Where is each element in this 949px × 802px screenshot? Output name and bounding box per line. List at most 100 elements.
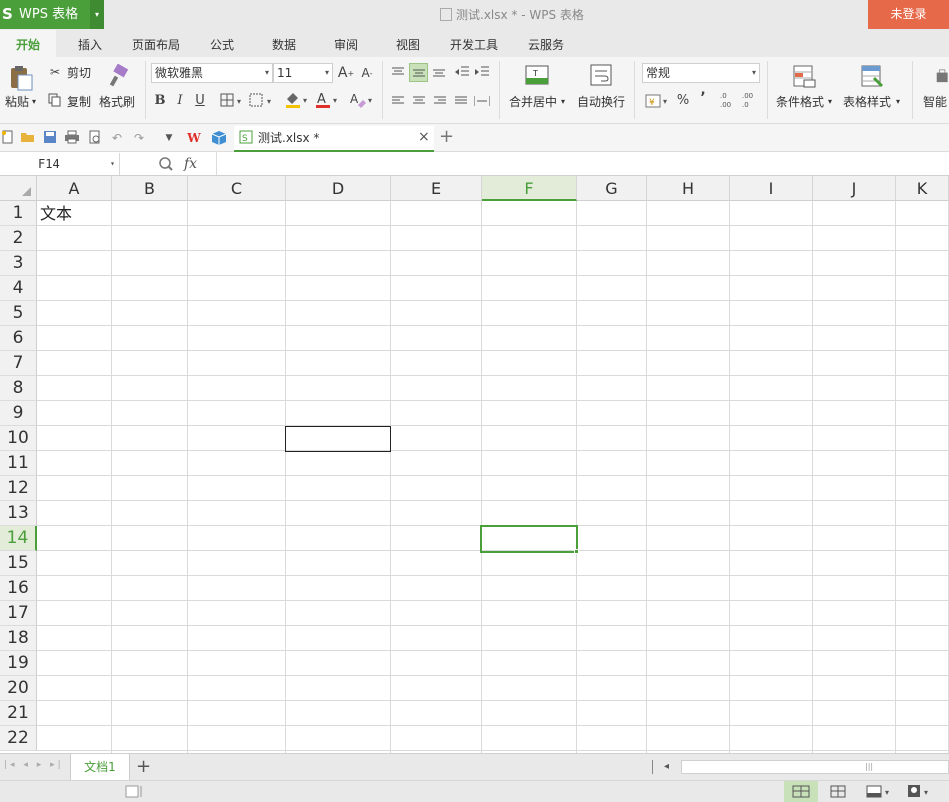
row-header-22[interactable]: 22 [0, 726, 37, 751]
scrollbar-grip-icon[interactable]: ||| [865, 761, 873, 773]
row-header-13[interactable]: 13 [0, 501, 37, 526]
login-button[interactable]: 未登录 [868, 0, 949, 29]
app-menu-button[interactable]: S WPS 表格 ▾ [0, 0, 104, 29]
spreadsheet-grid[interactable]: ABCDEFGHIJK 1 2 3 4 5 6 7 8 9 10 11 12 13 14 15 16 17 18 1… [0, 176, 949, 753]
wps-cloud-logo-icon[interactable]: W [186, 130, 202, 146]
row-header-16[interactable]: 16 [0, 576, 37, 601]
row-header-11[interactable]: 11 [0, 451, 37, 476]
tab-insert[interactable]: 插入 [62, 30, 118, 57]
save-icon[interactable] [42, 130, 58, 146]
align-bottom-icon[interactable] [431, 64, 447, 80]
add-sheet-button[interactable]: + [136, 756, 151, 778]
comma-style-button[interactable]: ’ [697, 90, 709, 106]
row-header-18[interactable]: 18 [0, 626, 37, 651]
distributed-icon[interactable] [473, 93, 491, 109]
paste-icon[interactable] [6, 63, 36, 93]
decrease-indent-icon[interactable] [454, 64, 470, 80]
copy-icon[interactable] [47, 92, 63, 108]
row-header-1[interactable]: 1 [0, 201, 37, 226]
sheet-navigation-icons[interactable]: |◂ ◂ ▸ ▸| [4, 760, 64, 770]
font-name-select[interactable]: 微软雅黑 ▾ [151, 63, 273, 83]
align-top-icon[interactable] [390, 64, 406, 80]
smart-toolbox-icon[interactable] [934, 65, 949, 87]
new-file-icon[interactable] [0, 130, 16, 146]
table-style-dropdown-icon[interactable]: ▾ [896, 95, 900, 109]
column-header-f[interactable]: F [482, 176, 577, 201]
tab-view[interactable]: 视图 [382, 30, 434, 57]
scissors-icon[interactable]: ✂ [47, 64, 63, 80]
document-tab[interactable]: S 测试.xlsx * × [234, 126, 434, 152]
row-header-3[interactable]: 3 [0, 251, 37, 276]
column-header-d[interactable]: D [286, 176, 391, 201]
page-layout-view-icon[interactable]: ▾ [862, 781, 894, 802]
increase-decimal-icon[interactable]: .0.00 [719, 91, 735, 109]
cell-a1[interactable]: 文本 [40, 202, 72, 225]
conditional-format-button[interactable]: 条件格式 [776, 95, 824, 109]
print-icon[interactable] [64, 130, 80, 146]
undo-icon[interactable]: ↶ [109, 130, 125, 146]
row-header-6[interactable]: 6 [0, 326, 37, 351]
conditional-format-dropdown-icon[interactable]: ▾ [828, 95, 832, 109]
sheet-tab-active[interactable]: 文档1 [70, 754, 130, 780]
column-header-e[interactable]: E [391, 176, 482, 201]
insert-function-button[interactable]: fx [184, 155, 197, 173]
tab-review[interactable]: 审阅 [320, 30, 372, 57]
table-style-button[interactable]: 表格样式 [843, 95, 891, 109]
font-color-icon[interactable]: A ▾ [313, 91, 341, 109]
tab-page-layout[interactable]: 页面布局 [124, 30, 188, 57]
decrease-font-icon[interactable]: A- [358, 64, 376, 82]
row-header-9[interactable]: 9 [0, 401, 37, 426]
row-header-14[interactable]: 14 [0, 526, 37, 551]
reading-mode-icon[interactable]: ▾ [904, 781, 934, 802]
chevron-down-icon[interactable]: ▾ [110, 153, 115, 175]
increase-indent-icon[interactable] [474, 64, 490, 80]
name-box[interactable]: F14 ▾ [0, 153, 120, 175]
format-painter-icon[interactable] [106, 63, 130, 89]
active-cell-selection[interactable] [480, 525, 579, 554]
customize-dropdown-icon[interactable]: ▼ [161, 130, 177, 146]
print-preview-icon[interactable] [87, 130, 103, 146]
normal-view-icon[interactable] [784, 781, 818, 802]
wrap-text-icon[interactable] [588, 62, 614, 88]
tab-cloud-service[interactable]: 云服务 [514, 30, 578, 57]
fill-color-icon[interactable]: ▾ [283, 91, 311, 109]
zoom-function-icon[interactable] [158, 156, 174, 172]
increase-font-icon[interactable]: A + [337, 64, 355, 82]
row-header-17[interactable]: 17 [0, 601, 37, 626]
row-header-20[interactable]: 20 [0, 676, 37, 701]
redo-icon[interactable]: ↷ [131, 130, 147, 146]
bordered-cell-d10[interactable] [285, 426, 391, 452]
row-header-5[interactable]: 5 [0, 301, 37, 326]
merge-center-icon[interactable]: T [524, 62, 550, 88]
page-break-view-icon[interactable] [824, 781, 854, 802]
row-header-19[interactable]: 19 [0, 651, 37, 676]
align-middle-icon[interactable] [409, 63, 428, 82]
tab-formulas[interactable]: 公式 [196, 30, 248, 57]
new-tab-button[interactable]: + [439, 127, 454, 147]
currency-icon[interactable]: ¥ ▾ [644, 92, 672, 110]
row-header-4[interactable]: 4 [0, 276, 37, 301]
border-icon[interactable]: ▾ [219, 92, 245, 108]
tab-home[interactable]: 开始 [0, 30, 56, 57]
tab-data[interactable]: 数据 [258, 30, 310, 57]
column-header-b[interactable]: B [112, 176, 188, 201]
format-painter-button[interactable]: 格式刷 [99, 95, 135, 109]
copy-button[interactable]: 复制 [67, 95, 91, 109]
app-menu-dropdown-icon[interactable]: ▾ [90, 0, 104, 29]
align-right-icon[interactable] [432, 93, 448, 109]
wrap-text-button[interactable]: 自动换行 [577, 95, 625, 109]
box-icon[interactable] [211, 130, 227, 146]
select-all-corner[interactable] [0, 176, 37, 201]
align-center-icon[interactable] [411, 93, 427, 109]
column-header-j[interactable]: J [813, 176, 896, 201]
merge-center-dropdown-icon[interactable]: ▾ [561, 95, 565, 109]
conditional-format-icon[interactable] [790, 62, 818, 90]
table-style-icon[interactable] [858, 62, 886, 90]
column-header-c[interactable]: C [188, 176, 286, 201]
justify-icon[interactable] [453, 93, 469, 109]
formula-input[interactable] [218, 153, 948, 175]
italic-button[interactable]: I [173, 92, 187, 108]
bold-button[interactable]: B [153, 92, 167, 108]
tab-developer[interactable]: 开发工具 [442, 30, 506, 57]
font-size-select[interactable]: 11 ▾ [273, 63, 333, 83]
